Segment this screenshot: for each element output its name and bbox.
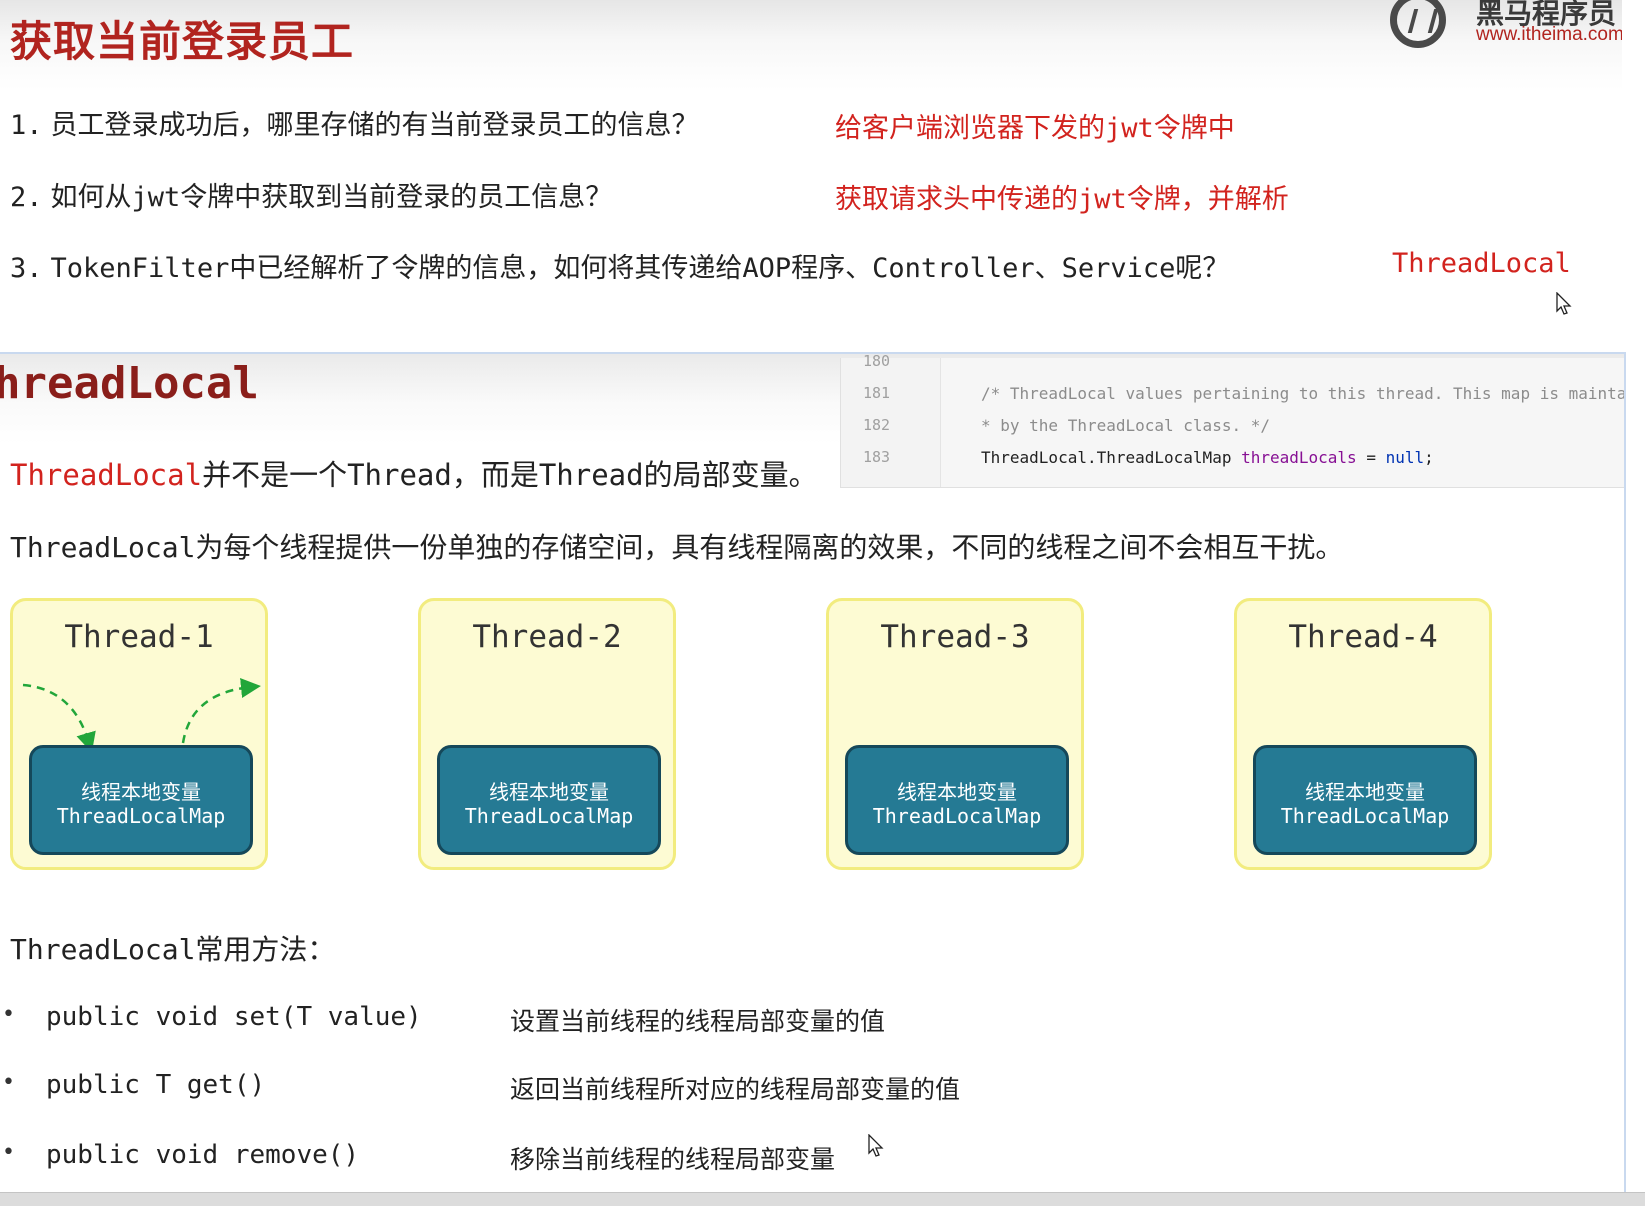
bullet: • <box>2 1002 15 1027</box>
map-label-cn: 线程本地变量 <box>897 780 1017 804</box>
line-number: 183 <box>863 448 891 466</box>
slide-title: hreadLocal <box>0 358 259 409</box>
mouse-pointer-icon <box>868 1134 884 1157</box>
method-description: 移除当前线程的线程局部变量 <box>510 1145 836 1174</box>
question-number: 3. <box>10 253 43 284</box>
line-number: 180 <box>863 352 891 370</box>
answer-3: ThreadLocal <box>1392 248 1571 279</box>
question-number: 1. <box>10 110 43 141</box>
thread-box-4: Thread-4 线程本地变量 ThreadLocalMap <box>1234 598 1492 870</box>
methods-title: ThreadLocal常用方法： <box>10 933 336 966</box>
map-label-cn: 线程本地变量 <box>1305 780 1425 804</box>
code-operator: = <box>1356 448 1386 467</box>
code-variable: threadLocals <box>1241 448 1357 467</box>
threadlocalmap: 线程本地变量 ThreadLocalMap <box>437 745 661 855</box>
method-description: 设置当前线程的线程局部变量的值 <box>510 1007 886 1036</box>
thread-name: Thread-2 <box>472 619 622 655</box>
map-label-en: ThreadLocalMap <box>872 804 1042 828</box>
itheima-logo-icon <box>1390 0 1446 48</box>
logo-url: www.itheima.com <box>1476 24 1622 45</box>
map-label-en: ThreadLocalMap <box>464 804 634 828</box>
line-number: 181 <box>863 384 891 402</box>
question-text: TokenFilter中已经解析了令牌的信息，如何将其传递给AOP程序、Cont… <box>50 253 1230 284</box>
method-signature: public void set(T value) <box>46 1002 422 1032</box>
window-bottom-bar <box>0 1192 1645 1206</box>
intro-text: 并不是一个Thread，而是Thread的局部变量。 <box>202 458 818 492</box>
dashed-arrow-icon <box>22 678 261 753</box>
bullet: • <box>2 1070 15 1095</box>
code-comment: * by the ThreadLocal class. */ <box>981 416 1270 435</box>
question-text: 员工登录成功后，哪里存储的有当前登录员工的信息？ <box>50 110 699 141</box>
method-signature: public void remove() <box>46 1140 360 1170</box>
code-keyword: null <box>1385 448 1425 467</box>
intro-keyword: ThreadLocal <box>10 458 203 492</box>
mouse-pointer-icon <box>1556 292 1572 315</box>
map-label-en: ThreadLocalMap <box>1280 804 1450 828</box>
bullet: • <box>2 1140 15 1165</box>
code-semicolon: ; <box>1424 448 1434 467</box>
method-description: 返回当前线程所对应的线程局部变量的值 <box>510 1075 961 1104</box>
threadlocalmap: 线程本地变量 ThreadLocalMap <box>845 745 1069 855</box>
method-signature: public T get() <box>46 1070 266 1100</box>
question-2: 2. 如何从jwt令牌中获取到当前登录的员工信息？ <box>10 175 612 214</box>
thread-name: Thread-4 <box>1288 619 1438 655</box>
description-line: ThreadLocal为每个线程提供一份单独的存储空间，具有线程隔离的效果，不同… <box>10 531 1344 564</box>
code-comment: /* ThreadLocal values pertaining to this… <box>981 384 1626 403</box>
threadlocalmap: 线程本地变量 ThreadLocalMap <box>1253 745 1477 855</box>
thread-name: Thread-3 <box>880 619 1030 655</box>
map-label-en: ThreadLocalMap <box>56 804 226 828</box>
slide-current-employee: 获取当前登录员工 黑马程序员 www.itheima.com 1. 员工登录成功后… <box>0 0 1622 340</box>
thread-box-2: Thread-2 线程本地变量 ThreadLocalMap <box>418 598 676 870</box>
answer-1: 给客户端浏览器下发的jwt令牌中 <box>835 113 1235 144</box>
slide-threadlocal: hreadLocal 180 181 /* ThreadLocal values… <box>0 352 1626 1192</box>
question-number: 2. <box>10 182 43 213</box>
thread-box-1: Thread-1 线程本地变量 ThreadLocalMap <box>10 598 268 870</box>
question-1: 1. 员工登录成功后，哪里存储的有当前登录员工的信息？ <box>10 103 699 142</box>
answer-2: 获取请求头中传递的jwt令牌，并解析 <box>835 184 1289 215</box>
threadlocalmap: 线程本地变量 ThreadLocalMap <box>29 745 253 855</box>
line-number: 182 <box>863 416 891 434</box>
question-3: 3. TokenFilter中已经解析了令牌的信息，如何将其传递给AOP程序、Co… <box>10 246 1229 285</box>
line-gutter <box>841 358 941 487</box>
slide-title: 获取当前登录员工 <box>10 17 355 66</box>
itheima-logo: 黑马程序员 www.itheima.com <box>1390 0 1622 54</box>
map-label-cn: 线程本地变量 <box>489 780 609 804</box>
code-snippet: 180 181 /* ThreadLocal values pertaining… <box>840 354 1626 488</box>
intro-line: ThreadLocal并不是一个Thread，而是Thread的局部变量。 <box>10 452 818 494</box>
question-text: 如何从jwt令牌中获取到当前登录的员工信息？ <box>50 182 613 213</box>
code-statement: ThreadLocal.ThreadLocalMap threadLocals … <box>981 448 1434 467</box>
code-type: ThreadLocal.ThreadLocalMap <box>981 448 1242 467</box>
map-label-cn: 线程本地变量 <box>81 780 201 804</box>
thread-box-3: Thread-3 线程本地变量 ThreadLocalMap <box>826 598 1084 870</box>
